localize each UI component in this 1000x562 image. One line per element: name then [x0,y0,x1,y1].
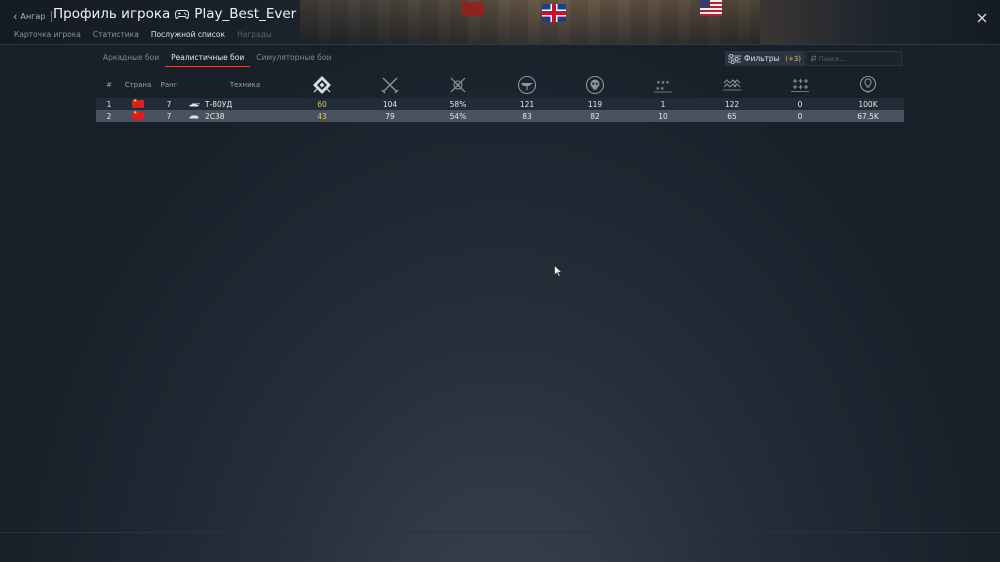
filters-count-badge: (+3) [785,54,801,63]
vehicle-record-table: # Страна Ранг Техника ★★★ ★★ 1 ★ 7 Т-80У… [96,72,904,122]
air-kills-icon [517,75,537,95]
spg-class-icon [189,115,199,119]
banner-uk-flag [542,4,566,22]
tab-arcade-battles[interactable]: Аркадные бои [97,52,165,67]
tank-class-icon [189,103,200,107]
player-name: Play_Best_Ever [194,6,297,22]
stat-research-points: 67.5K [857,111,879,121]
search-icon [810,55,817,62]
header-number[interactable]: # [96,72,122,98]
header-respawns[interactable] [722,72,742,98]
stat-ground-kills: 119 [587,99,603,109]
china-flag-icon [132,110,144,120]
header-deaths[interactable] [790,72,810,98]
banner-flag-decoration [462,2,484,16]
header-air-kills[interactable] [517,72,537,98]
stat-deaths: 0 [797,111,803,121]
chevron-left-icon: ‹ [13,9,18,23]
row-rank: 7 [166,99,172,109]
respawns-icon [723,79,741,91]
stat-respawns: 122 [724,99,740,109]
header-winrate[interactable] [448,72,468,98]
header-research-points[interactable] [858,72,878,98]
search-box [806,51,902,66]
svg-text:★★: ★★ [656,86,665,92]
china-flag-icon [132,98,144,108]
header-victories[interactable] [380,72,400,98]
header-country[interactable]: Страна [123,72,153,98]
tab-player-card[interactable]: Карточка игрока [14,30,81,39]
filters-button[interactable]: Фильтры (+3) [725,51,805,66]
vehicle-name: Т-80УД [205,99,233,109]
filters-label: Фильтры [744,54,780,63]
row-number: 2 [106,111,112,121]
ground-kills-icon [585,75,605,95]
footer-divider [0,532,1000,533]
gamepad-icon [175,9,190,19]
stat-winrate: 58% [449,99,467,109]
victories-icon [381,77,399,94]
stat-winrate: 54% [449,111,467,121]
research-points-icon [859,75,877,93]
stat-deaths: 0 [797,99,803,109]
stat-naval-kills: 10 [658,111,668,121]
header-vehicle[interactable]: Техника [226,72,264,98]
tab-realistic-battles[interactable]: Реалистичные бои [165,52,251,67]
row-vehicle[interactable]: 2С38 [188,110,288,122]
deaths-icon [791,79,809,92]
stat-battles: 60 [317,99,327,109]
back-to-hangar-link[interactable]: ‹ Ангар [13,9,53,23]
vehicle-name: 2С38 [205,111,225,121]
page-title: Профиль игрока Play_Best_Ever [53,6,296,22]
back-link-label: Ангар [20,11,46,21]
battle-mode-tabs: Аркадные бои Реалистичные бои Симуляторн… [97,52,337,67]
row-rank: 7 [166,111,172,121]
tab-awards[interactable]: Награды [237,30,272,39]
header-rank[interactable]: Ранг [156,72,182,98]
battles-icon [313,76,331,94]
close-icon[interactable] [975,11,989,25]
row-country [132,98,144,110]
tab-simulator-battles[interactable]: Симуляторные бои [250,52,337,67]
stat-research-points: 100K [858,99,878,109]
filter-sliders-icon [728,53,741,64]
row-vehicle[interactable]: Т-80УД [188,98,288,110]
stat-air-kills: 121 [519,99,535,109]
stat-battles: 43 [317,111,327,121]
stat-ground-kills: 82 [590,111,600,121]
tab-service-record[interactable]: Послужной список [151,30,225,39]
table-row[interactable]: 1 7 Т-80УД 60 104 58% 121 119 1 122 0 10… [96,98,904,110]
header-ground-kills[interactable] [585,72,605,98]
stat-victories: 104 [382,99,398,109]
row-country [132,110,144,122]
table-row[interactable]: 2 7 2С38 43 79 54% 83 82 10 65 0 67.5K [96,110,904,122]
header-divider [0,44,1000,45]
tab-statistics[interactable]: Статистика [93,30,139,39]
page-title-text: Профиль игрока [53,6,171,22]
stat-respawns: 65 [727,111,737,121]
row-number: 1 [106,99,112,109]
banner-artwork [300,0,760,45]
mouse-cursor-icon [554,265,562,277]
table-header-row: # Страна Ранг Техника ★★★ ★★ [96,72,904,98]
naval-kills-icon: ★★★ ★★ [654,80,672,93]
winrate-icon [450,77,466,93]
profile-subtabs: Карточка игрока Статистика Послужной спи… [14,30,272,39]
search-input[interactable] [818,54,901,63]
header-battles[interactable] [312,72,332,98]
stat-victories: 79 [385,111,395,121]
stat-naval-kills: 1 [660,99,666,109]
banner-us-flag [700,0,722,16]
header-naval-kills[interactable]: ★★★ ★★ [653,72,673,98]
stat-air-kills: 83 [522,111,532,121]
